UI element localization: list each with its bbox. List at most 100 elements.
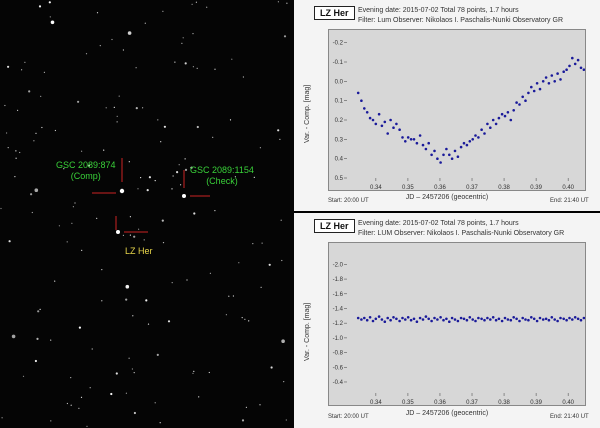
background-star [180,184,182,186]
data-point [395,317,398,321]
background-star [138,228,140,230]
background-star [34,188,39,192]
data-point [477,136,480,139]
data-point [360,318,363,321]
background-star [142,107,144,109]
background-star [128,161,130,163]
data-point [398,319,401,323]
y-tick-label: 0.3 [335,137,344,143]
data-point [518,103,521,106]
check-star [182,194,186,198]
background-star [162,10,164,12]
data-point [404,318,407,321]
data-point [565,318,568,322]
plot-area: -2.0 -1.8 -1.6 -1.4 -1.2 -1.0 -0.8 -0.6 -0.4 0.34… [328,242,586,406]
background-star [244,318,246,320]
data-point [527,318,530,322]
y-tick-label: -0.2 [333,41,344,47]
data-point [532,89,536,93]
data-point [401,136,404,139]
data-point [418,134,422,137]
data-point [471,138,474,141]
data-point [483,318,486,322]
data-point [436,318,439,321]
data-point [480,128,483,131]
background-star [129,216,131,218]
data-point [374,122,378,126]
data-point [415,141,419,145]
background-star [125,298,128,301]
star-name-badge: LZ Her [314,219,355,233]
background-star [81,249,83,251]
background-star [146,189,149,192]
background-star [28,90,31,93]
background-star [15,157,17,159]
background-star [113,106,115,108]
x-tick-label: 0.39 [530,185,542,190]
data-point [383,120,387,124]
data-point [459,316,463,320]
data-point [565,68,568,71]
data-point [491,316,495,319]
data-point [380,318,384,321]
data-point [518,319,521,323]
data-point [360,99,363,102]
background-star [105,107,107,109]
data-point [568,64,571,68]
background-star [50,339,52,341]
background-star [7,147,9,149]
info-line-1: Evening date: 2015-07-02 Total 78 points… [358,220,519,227]
background-star [50,20,55,25]
data-point [494,318,498,322]
background-star [54,280,56,282]
data-point [550,74,554,77]
background-star [195,1,197,3]
x-tick-label: 0.39 [530,400,542,405]
check-star-label: GSC 2089:1154 (Check) [190,165,254,187]
data-point [486,122,489,126]
data-point [562,70,565,73]
background-star [125,284,130,289]
background-star [135,67,137,69]
check-star-name: GSC 2089:1154 [190,165,254,175]
data-point [506,111,510,114]
data-point [477,316,480,320]
info-line-2: Filter: Lum Observer: Nikolaos I. Pascha… [358,17,564,24]
data-point [430,319,433,323]
background-star [192,372,194,374]
data-point [386,132,389,135]
y-tick-label: -1.0 [333,336,344,342]
background-star [38,5,42,8]
data-point [439,161,442,164]
background-star [39,308,41,310]
data-point [582,316,585,320]
data-point [515,101,518,104]
data-point [491,118,495,122]
y-tick-label: -0.6 [333,365,344,371]
data-point [515,317,518,321]
data-point [459,145,463,149]
background-star [171,282,173,284]
data-point [559,316,562,320]
info-line-2: Filter: LUM Observer: Nikolaos I. Pascha… [358,230,565,237]
data-point [474,319,477,323]
background-star [184,158,186,160]
background-star [178,164,180,166]
background-star [196,125,199,129]
background-star [7,65,10,68]
data-point [573,62,577,66]
background-star [103,149,105,151]
comp-star-role: (Comp) [70,171,101,181]
data-point [568,316,571,320]
background-star [30,193,33,196]
data-point [380,124,384,128]
data-point [576,58,580,62]
x-tick-label: 0.37 [466,185,478,190]
data-point [371,319,375,323]
background-star [24,61,26,63]
data-point [401,316,404,320]
data-point [468,316,472,319]
background-star [277,129,280,132]
background-star [71,222,73,224]
data-point [433,149,436,153]
